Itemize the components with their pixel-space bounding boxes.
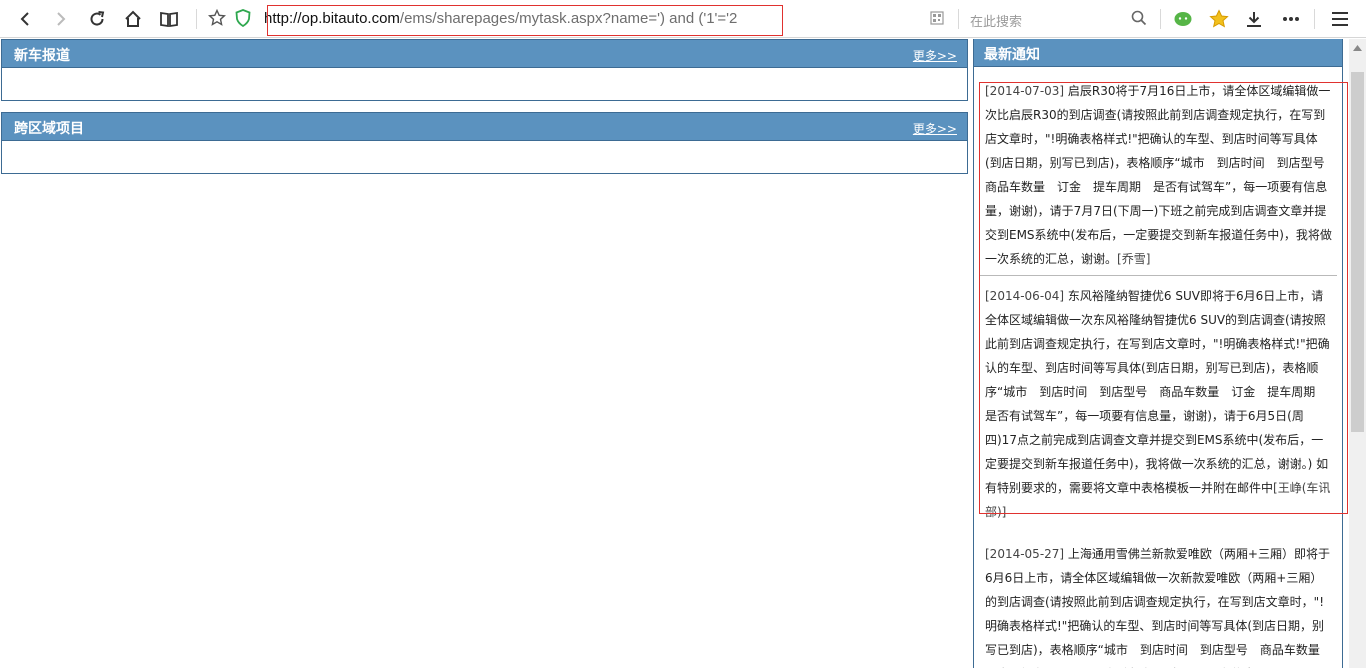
forward-button[interactable]: [48, 6, 74, 32]
more-link[interactable]: 更多>>: [913, 120, 957, 137]
notice-date: [2014-05-27]: [985, 547, 1065, 561]
reader-view-button[interactable]: [156, 6, 182, 32]
search-icon: [1131, 10, 1147, 26]
favorites-star-icon: [1209, 9, 1229, 28]
notice-author: [乔雪]: [1117, 252, 1151, 266]
panel-body: [2, 141, 967, 173]
notice-list: [2014-07-03] 启辰R30将于7月16日上市，请全体区域编辑做一次比启…: [980, 75, 1337, 668]
panel-title: 新车报道: [14, 48, 70, 64]
panel-header: 跨区域项目 更多>>: [2, 113, 967, 141]
panel-header: 新车报道 更多>>: [2, 40, 967, 68]
qr-button[interactable]: [924, 5, 950, 31]
qr-icon: [930, 11, 944, 25]
reader-icon: [160, 11, 178, 27]
menu-icon: [1332, 12, 1348, 26]
search-button[interactable]: [1126, 5, 1152, 31]
home-button[interactable]: [120, 6, 146, 32]
notice-date: [2014-06-04]: [985, 289, 1065, 303]
scroll-up-arrow-icon: [1353, 44, 1362, 51]
panel-new-car-report: 新车报道 更多>>: [1, 39, 968, 101]
more-icon: [1283, 17, 1299, 21]
page-scrollbar[interactable]: [1349, 39, 1366, 668]
home-icon: [125, 10, 141, 27]
download-icon: [1247, 12, 1261, 27]
url-highlight-box: [267, 5, 783, 36]
toolbar-separator: [958, 9, 959, 29]
toolbar-separator: [196, 9, 197, 29]
reload-button[interactable]: [84, 6, 110, 32]
notice-header: 最新通知: [974, 39, 1342, 67]
more-link[interactable]: 更多>>: [913, 47, 957, 64]
scroll-up-button[interactable]: [1349, 39, 1366, 56]
panel-title: 跨区域项目: [14, 121, 84, 137]
back-icon: [20, 12, 29, 26]
notice-text: 上海通用雪佛兰新款爱唯欧（两厢+三厢）即将于6月6日上市，请全体区域编辑做一次新…: [985, 547, 1332, 668]
scroll-thumb[interactable]: [1351, 72, 1364, 432]
more-button[interactable]: [1278, 6, 1304, 32]
panel-body: [2, 68, 967, 100]
notice-item[interactable]: [2014-05-27] 上海通用雪佛兰新款爱唯欧（两厢+三厢）即将于6月6日上…: [980, 528, 1337, 668]
favorites-button[interactable]: [1206, 6, 1232, 32]
bookmark-star-icon: [208, 9, 226, 26]
latest-notices: 最新通知 [2014-07-03] 启辰R30将于7月16日上市，请全体区域编辑…: [973, 39, 1343, 668]
panel-cross-region-projects: 跨区域项目 更多>>: [1, 112, 968, 174]
bookmark-button[interactable]: [204, 5, 230, 31]
notice-item[interactable]: [2014-07-03] 启辰R30将于7月16日上市，请全体区域编辑做一次比启…: [980, 75, 1337, 276]
browser-toolbar: http://op.bitauto.com/ems/sharepages/myt…: [0, 0, 1366, 38]
notice-title: 最新通知: [984, 47, 1040, 63]
wechat-icon: [1174, 12, 1192, 26]
notice-text: 东风裕隆纳智捷优6 SUV即将于6月6日上市，请全体区域编辑做一次东风裕隆纳智捷…: [985, 289, 1330, 495]
search-box[interactable]: 在此搜索: [960, 5, 1156, 33]
reload-icon: [90, 11, 105, 26]
downloads-button[interactable]: [1241, 6, 1267, 32]
wechat-button[interactable]: [1170, 6, 1196, 32]
menu-button[interactable]: [1327, 6, 1353, 32]
notice-text: 启辰R30将于7月16日上市，请全体区域编辑做一次比启辰R30的到店调查(请按照…: [985, 84, 1337, 266]
back-button[interactable]: [12, 6, 38, 32]
toolbar-separator: [1160, 9, 1161, 29]
notice-date: [2014-07-03]: [985, 84, 1065, 98]
shield-icon: [235, 9, 251, 27]
security-indicator[interactable]: [230, 5, 256, 31]
notice-item[interactable]: [2014-06-04] 东风裕隆纳智捷优6 SUV即将于6月6日上市，请全体区…: [980, 276, 1337, 528]
search-placeholder: 在此搜索: [970, 15, 1023, 30]
forward-icon: [57, 12, 66, 26]
toolbar-separator: [1314, 9, 1315, 29]
